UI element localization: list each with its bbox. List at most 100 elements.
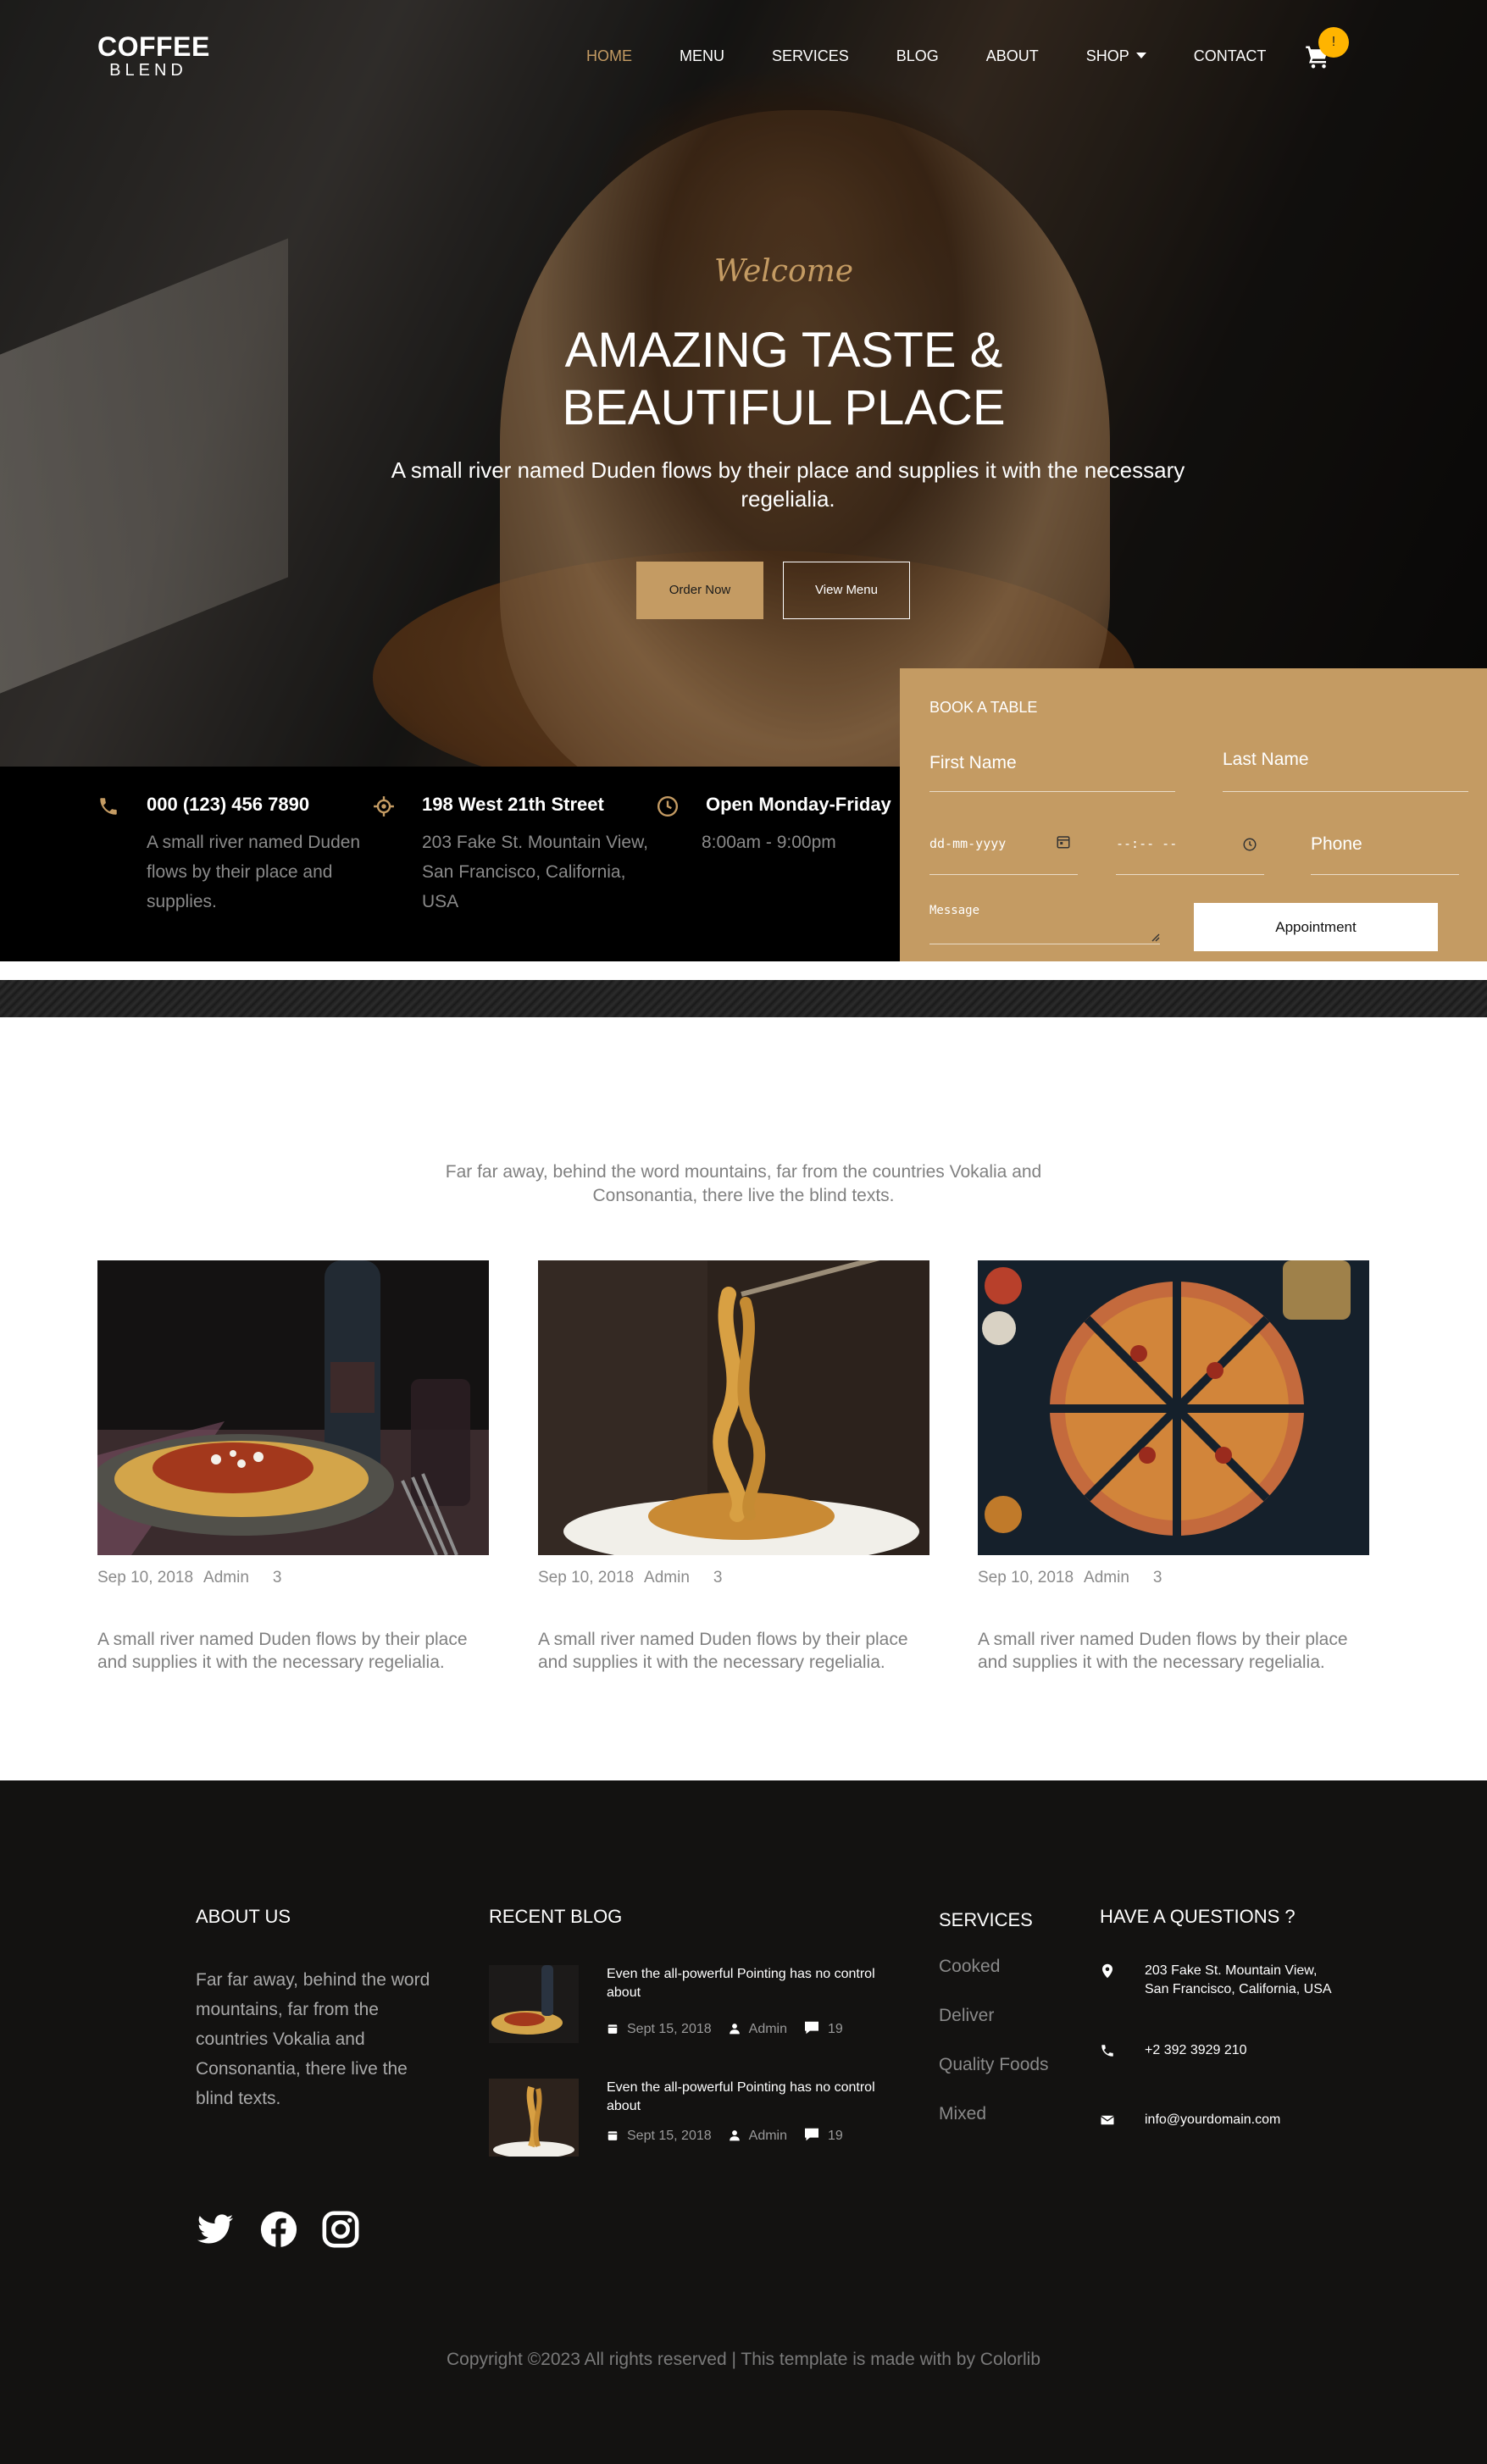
twitter-icon[interactable] — [196, 2210, 235, 2249]
blog-card-date[interactable]: Sep 10, 2018 — [538, 1569, 634, 1586]
nav-services[interactable]: SERVICES — [772, 47, 849, 65]
info-address-desc: 203 Fake St. Mountain View, San Francisc… — [422, 833, 648, 911]
order-now-button[interactable]: Order Now — [636, 562, 763, 619]
info-address-title: 198 West 21th Street — [422, 794, 604, 815]
blog-card-meta: Sep 10, 2018 Admin 3 — [978, 1569, 1172, 1587]
about-heading: ABOUT US — [196, 1906, 291, 1927]
blog-intro: Far far away, behind the word mountains,… — [445, 1162, 1042, 1205]
user-icon — [729, 2024, 740, 2035]
recent-blog-comments[interactable]: 19 — [828, 2129, 843, 2143]
phone-icon — [1101, 2045, 1113, 2057]
blog-card-author[interactable]: Admin — [644, 1569, 690, 1586]
nav-about[interactable]: ABOUT — [986, 47, 1039, 65]
recent-blog-author[interactable]: Admin — [749, 2022, 787, 2036]
blog-card-comments[interactable]: 3 — [713, 1569, 723, 1586]
service-link-deliver[interactable]: Deliver — [939, 2006, 994, 2026]
clock-icon[interactable] — [1242, 837, 1257, 852]
comment-icon — [805, 2128, 818, 2141]
first-name-placeholder: First Name — [929, 753, 1017, 772]
nav-shop[interactable]: SHOP — [1086, 47, 1146, 65]
blog-card-comments[interactable]: 3 — [273, 1569, 282, 1586]
hero-welcome: Welcome — [713, 254, 854, 289]
info-phone-desc: A small river named Duden flows by their… — [147, 833, 361, 911]
contact-heading: HAVE A QUESTIONS ? — [1100, 1906, 1296, 1927]
view-menu-button[interactable]: View Menu — [783, 562, 910, 619]
first-name-field[interactable]: First Name — [929, 753, 1175, 792]
resize-handle-icon[interactable] — [1150, 932, 1160, 942]
blog-card-meta: Sep 10, 2018 Admin 3 — [97, 1569, 291, 1587]
recent-blog-title[interactable]: Even the all-powerful Pointing has no co… — [607, 1965, 903, 2002]
info-bar: 000 (123) 456 7890 A small river named D… — [0, 767, 900, 961]
hero-subtitle: A small river named Duden flows by their… — [391, 457, 1185, 512]
nav-menu[interactable]: MENU — [680, 47, 724, 65]
phone-field[interactable]: Phone — [1311, 834, 1459, 875]
blog-card-date[interactable]: Sep 10, 2018 — [97, 1569, 193, 1586]
time-placeholder: --:-- -- — [1116, 836, 1178, 851]
site-footer: ABOUT US Far far away, behind the word m… — [0, 1780, 1487, 2464]
date-field[interactable]: dd-mm-yyyy — [929, 834, 1078, 875]
last-name-placeholder: Last Name — [1223, 750, 1309, 769]
blog-card-author[interactable]: Admin — [1084, 1569, 1129, 1586]
contact-phone-link[interactable]: +2 392 3929 210 — [1145, 2041, 1340, 2060]
envelope-icon — [1101, 2115, 1114, 2125]
recent-blog-title[interactable]: Even the all-powerful Pointing has no co… — [607, 2079, 903, 2116]
time-field[interactable]: --:-- -- — [1116, 834, 1264, 875]
recent-blog-meta: Sept 15, 2018 Admin 19 — [607, 2021, 843, 2037]
book-table-title: BOOK A TABLE — [929, 699, 1038, 716]
last-name-field[interactable]: Last Name — [1223, 750, 1468, 792]
cart-badge: ! — [1318, 27, 1349, 58]
recent-blog-thumb[interactable] — [489, 2079, 579, 2157]
chevron-down-icon — [1135, 53, 1146, 58]
service-link-mixed[interactable]: Mixed — [939, 2104, 986, 2124]
clock-icon — [657, 795, 679, 817]
hero-section: COFFEE BLEND HOME MENU SERVICES BLOG ABO… — [0, 0, 1487, 767]
calendar-icon[interactable] — [1056, 834, 1071, 850]
blog-card-comments[interactable]: 3 — [1153, 1569, 1162, 1586]
appointment-button[interactable]: Appointment — [1194, 903, 1438, 951]
calendar-icon — [608, 2131, 618, 2140]
contact-email-link[interactable]: info@yourdomain.com — [1145, 2111, 1340, 2129]
section-divider — [0, 980, 1487, 1017]
brand-logo[interactable]: COFFEE BLEND — [97, 31, 210, 80]
user-icon — [729, 2130, 740, 2141]
book-table-form: BOOK A TABLE First Name Last Name dd-mm-… — [900, 668, 1487, 961]
facebook-icon[interactable] — [259, 2210, 298, 2249]
nav-contact[interactable]: CONTACT — [1194, 47, 1267, 65]
blog-card-text: A small river named Duden flows by their… — [97, 1630, 468, 1672]
instagram-icon[interactable] — [321, 2210, 360, 2249]
services-heading: SERVICES — [939, 1909, 1033, 1930]
blog-card-date[interactable]: Sep 10, 2018 — [978, 1569, 1074, 1586]
nav-home[interactable]: HOME — [586, 47, 632, 65]
calendar-icon — [608, 2024, 618, 2034]
hero-title: AMAZING TASTE & BEAUTIFUL PLACE — [562, 323, 1006, 435]
recent-blog-author[interactable]: Admin — [749, 2129, 787, 2143]
message-placeholder: Message — [929, 904, 980, 917]
phone-placeholder: Phone — [1311, 834, 1362, 854]
main-nav: COFFEE BLEND HOME MENU SERVICES BLOG ABO… — [0, 0, 1487, 119]
info-phone-title: 000 (123) 456 7890 — [147, 794, 310, 815]
blog-card-meta: Sep 10, 2018 Admin 3 — [538, 1569, 732, 1587]
map-marker-icon — [1102, 1963, 1112, 1979]
service-link-quality-foods[interactable]: Quality Foods — [939, 2055, 1049, 2075]
pasta-fork-image[interactable] — [538, 1260, 929, 1555]
nav-shop-label: SHOP — [1085, 47, 1129, 64]
recent-blog-date[interactable]: Sept 15, 2018 — [627, 2022, 712, 2036]
nav-blog[interactable]: BLOG — [896, 47, 939, 65]
recent-blog-comments[interactable]: 19 — [828, 2022, 843, 2036]
copyright-text: Copyright ©2023 All rights reserved | Th… — [446, 2350, 1041, 2369]
about-text: Far far away, behind the word mountains,… — [196, 1970, 430, 2108]
info-hours-title: Open Monday-Friday — [706, 794, 891, 815]
brand-line1: COFFEE — [97, 31, 210, 62]
recent-blog-heading: RECENT BLOG — [489, 1906, 623, 1927]
date-placeholder: dd-mm-yyyy — [929, 836, 1007, 851]
pizza-image[interactable] — [978, 1260, 1369, 1555]
recent-blog-thumb[interactable] — [489, 1965, 579, 2043]
service-link-cooked[interactable]: Cooked — [939, 1957, 1000, 1977]
spaghetti-image[interactable] — [97, 1260, 489, 1555]
recent-blog-date[interactable]: Sept 15, 2018 — [627, 2129, 712, 2143]
blog-card-author[interactable]: Admin — [203, 1569, 249, 1586]
blog-card-text: A small river named Duden flows by their… — [978, 1630, 1348, 1672]
phone-icon — [100, 798, 117, 815]
message-field[interactable]: Message — [929, 902, 1160, 944]
recent-blog-meta: Sept 15, 2018 Admin 19 — [607, 2128, 843, 2144]
